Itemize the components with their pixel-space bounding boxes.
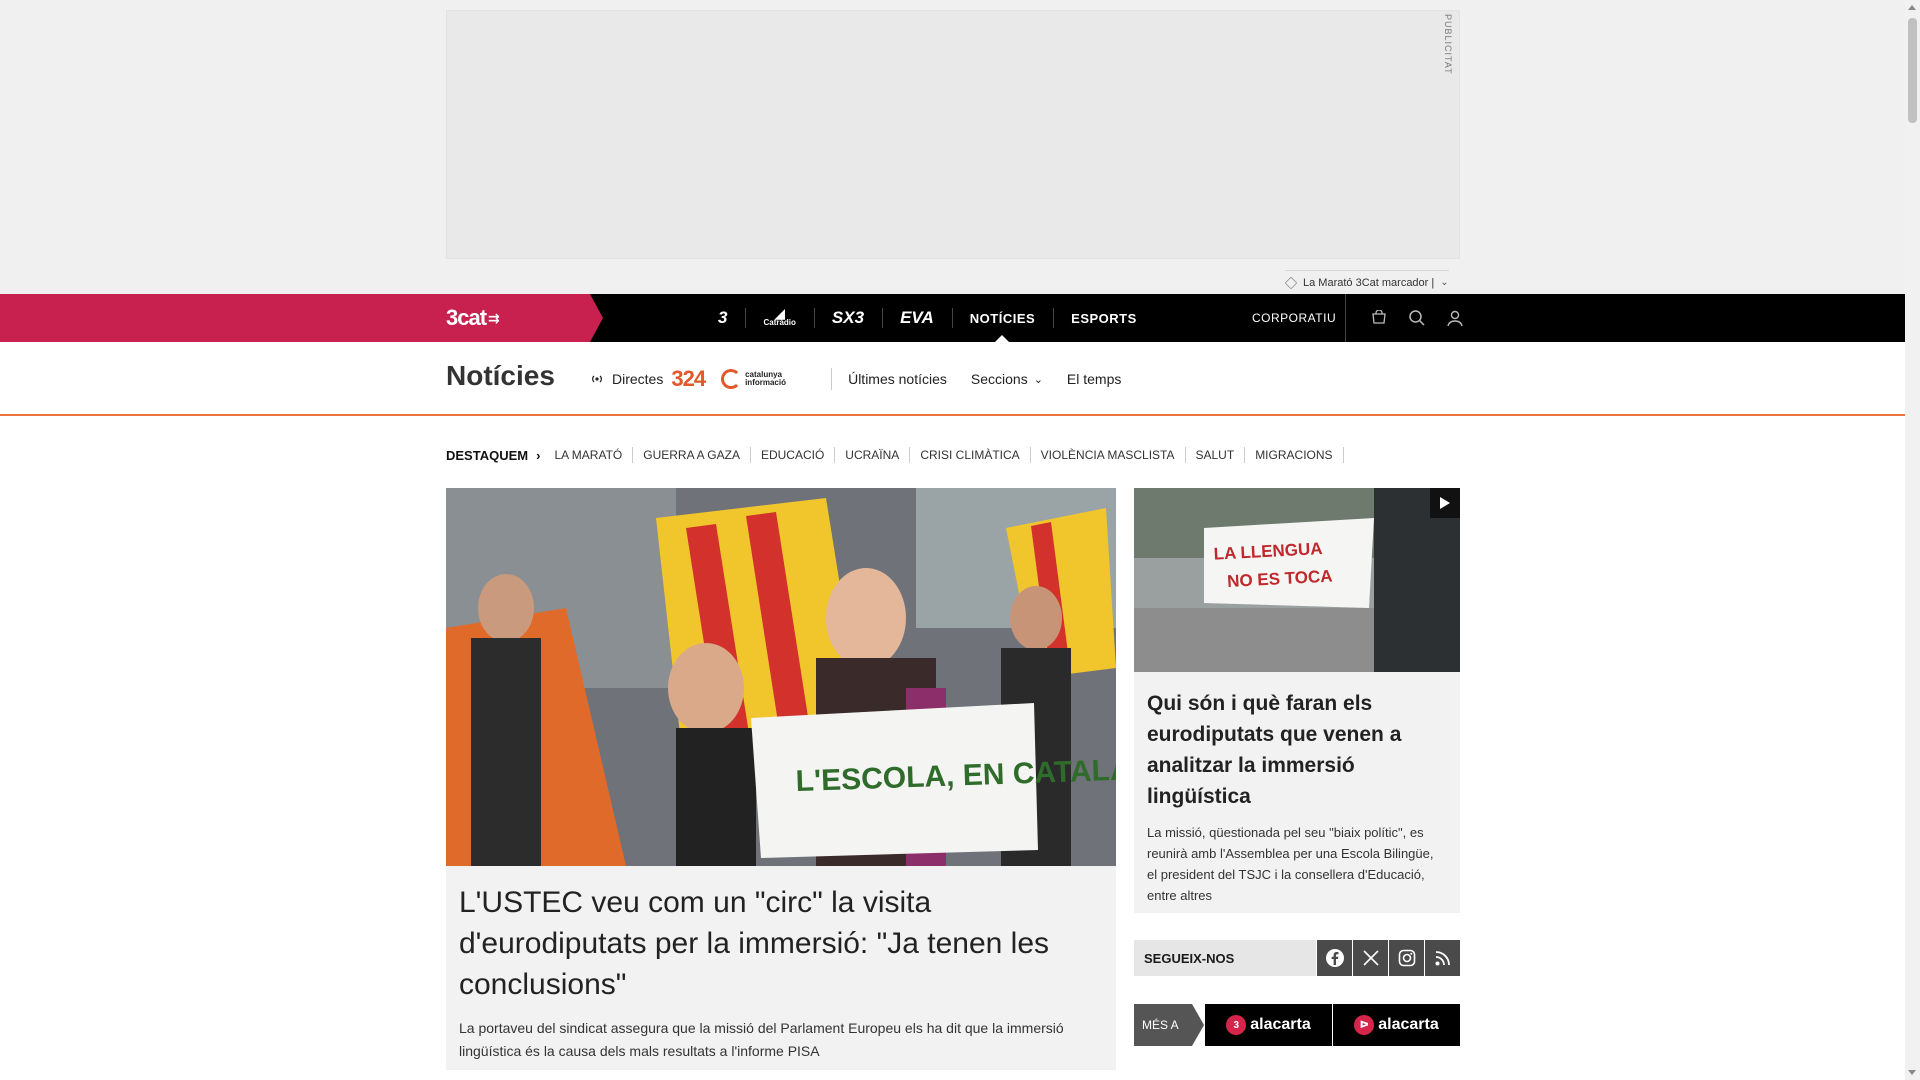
link-seccions[interactable]: Seccions ⌄ [971, 371, 1043, 387]
channel-catradio[interactable]: ◢ Catràdio [745, 294, 813, 342]
facebook-icon[interactable] [1317, 940, 1352, 976]
highlight-item[interactable]: MIGRACIONS [1245, 447, 1344, 463]
main-article[interactable]: L'ESCOLA, EN CATALÀ L'USTEC veu com un "… [446, 488, 1116, 1070]
logo-text: 3cat [446, 305, 487, 330]
logo-324-text: 324 [671, 366, 706, 391]
highlight-item[interactable]: SALUT [1186, 447, 1246, 463]
catradio-wing-icon: ◢ [774, 305, 786, 321]
side-article-body: Qui són i què faran els eurodiputats que… [1134, 672, 1460, 922]
logo-324[interactable]: 324 [671, 366, 706, 392]
ci-circle-icon [721, 369, 742, 389]
scroll-down-icon[interactable] [1908, 1070, 1916, 1075]
scroll-thumb[interactable] [1908, 18, 1917, 123]
link-label: Seccions [970, 371, 1028, 387]
banner-photo: LA LLENGUA NO ES TOCA [1134, 488, 1460, 672]
channel-label: ESPORTS [1071, 310, 1137, 326]
tag-icon [1284, 276, 1298, 289]
search-icon[interactable] [1398, 294, 1436, 342]
channel-label: NOTÍCIES [969, 310, 1036, 326]
scroll-up-icon[interactable] [1908, 5, 1916, 10]
link-label: Últimes notícies [848, 371, 947, 387]
promo-marato[interactable]: La Marató 3Cat marcador | ⌄ [1284, 270, 1449, 292]
video-play-icon[interactable] [1430, 488, 1460, 518]
channel-eva[interactable]: EVA [882, 294, 952, 342]
highlight-item[interactable]: EDUCACIÓ [751, 447, 836, 463]
section-nav: Directes 324 catalunya informació Últime… [590, 342, 1145, 416]
side-article-image[interactable]: LA LLENGUA NO ES TOCA [1134, 488, 1460, 672]
ci-label: catalunya informació [745, 370, 786, 387]
follow-label: SEGUEIX-NOS [1134, 940, 1316, 976]
top-icons [1345, 294, 1474, 342]
highlight-item[interactable]: VIOLÈNCIA MASCLISTA [1031, 447, 1186, 463]
catradio-logo: ◢ Catràdio [763, 305, 796, 327]
user-icon[interactable] [1436, 294, 1474, 342]
main-article-body: L'USTEC veu com un "circ" la visita d'eu… [446, 866, 1116, 1079]
highlight-item[interactable]: UCRAÏNA [835, 447, 911, 463]
logo-arrow-icon: ⇉ [488, 309, 500, 326]
channel-esports[interactable]: ESPORTS [1053, 294, 1155, 342]
top-nav: 3cat ⇉ 3 ◢ Catràdio SX3 EVA NOTÍCIES ESPO… [0, 294, 1905, 342]
3cat-alacarta-link[interactable]: 3 alacarta [1205, 1004, 1332, 1046]
protest-photo: L'ESCOLA, EN CATALÀ [446, 488, 1116, 866]
section-header: Notícies Directes 324 catalunya informac… [0, 342, 1905, 416]
highlights-bar: DESTAQUEM › LA MARATÓ GUERRA A GAZA EDUC… [446, 444, 1344, 466]
link-ultimes-noticies[interactable]: Últimes notícies [848, 371, 947, 387]
highlight-item[interactable]: CRISI CLIMÀTICA [910, 447, 1031, 463]
chevron-right-icon: › [536, 447, 541, 463]
directes-label: Directes [612, 371, 664, 387]
ad-zone: PUBLICITAT La Marató 3Cat marcador | ⌄ [0, 0, 1905, 294]
channel-label: Catràdio [763, 318, 796, 327]
highlight-item[interactable]: LA MARATÓ [544, 447, 634, 463]
alacarta-label: MÉS A [1134, 1004, 1204, 1046]
scrollbar[interactable] [1905, 0, 1920, 1080]
highlights-title[interactable]: DESTAQUEM › [446, 448, 540, 463]
channel-label: 3 [718, 308, 728, 327]
x-icon[interactable] [1353, 940, 1388, 976]
logo-3cat[interactable]: 3cat ⇉ [446, 304, 500, 332]
chevron-down-icon: ⌄ [1440, 277, 1449, 288]
alacarta-bar: MÉS A 3 alacarta ᐅ alacarta [1134, 1004, 1460, 1046]
3cat-logo-icon: 3 [1226, 1015, 1247, 1035]
cart-icon[interactable] [1360, 294, 1398, 342]
channel-noticies[interactable]: NOTÍCIES [951, 294, 1053, 342]
main-article-summary: La portaveu del sindicat assegura que la… [459, 1020, 1064, 1059]
brand-label: alacarta [1378, 1016, 1439, 1033]
channel-label: EVA [900, 308, 934, 327]
highlights-title-label: DESTAQUEM [446, 447, 529, 463]
live-broadcast-icon [590, 374, 604, 384]
channel-3[interactable]: 3 [700, 294, 745, 342]
divider [831, 368, 833, 390]
corporate-link[interactable]: CORPORATIU [1252, 294, 1336, 342]
link-el-temps[interactable]: El temps [1067, 371, 1121, 387]
channel-label: SX3 [831, 308, 865, 327]
channel-list: 3 ◢ Catràdio SX3 EVA NOTÍCIES ESPORTS [700, 294, 1155, 342]
brand-band [0, 294, 603, 342]
channel-sx3[interactable]: SX3 [813, 294, 882, 342]
side-article[interactable]: LA LLENGUA NO ES TOCA Qui són i què fara… [1134, 488, 1460, 913]
ad-label: PUBLICITAT [1443, 14, 1453, 75]
link-label: El temps [1066, 371, 1122, 387]
highlight-item[interactable]: GUERRA A GAZA [633, 447, 751, 463]
rss-icon[interactable] [1425, 940, 1460, 976]
main-article-image[interactable]: L'ESCOLA, EN CATALÀ [446, 488, 1116, 866]
catradio-alacarta-link[interactable]: ᐅ alacarta [1333, 1004, 1460, 1046]
directes-link[interactable]: Directes [590, 371, 663, 387]
side-article-title[interactable]: Qui són i què faran els eurodiputats que… [1147, 688, 1447, 812]
instagram-icon[interactable] [1389, 940, 1424, 976]
page-title[interactable]: Notícies [446, 360, 555, 392]
follow-bar: SEGUEIX-NOS [1134, 940, 1460, 976]
promo-text: La Marató 3Cat marcador | [1303, 276, 1435, 289]
chevron-down-icon: ⌄ [1033, 373, 1043, 386]
logo-catalunya-informacio[interactable]: catalunya informació [721, 369, 815, 389]
side-article-summary: La missió, qüestionada pel seu "biaix po… [1147, 825, 1434, 903]
catradio-logo-icon: ᐅ [1354, 1015, 1375, 1035]
brand-label: alacarta [1250, 1016, 1311, 1033]
ad-slot[interactable] [446, 10, 1460, 259]
main-article-title[interactable]: L'USTEC veu com un "circ" la visita d'eu… [459, 882, 1103, 1005]
